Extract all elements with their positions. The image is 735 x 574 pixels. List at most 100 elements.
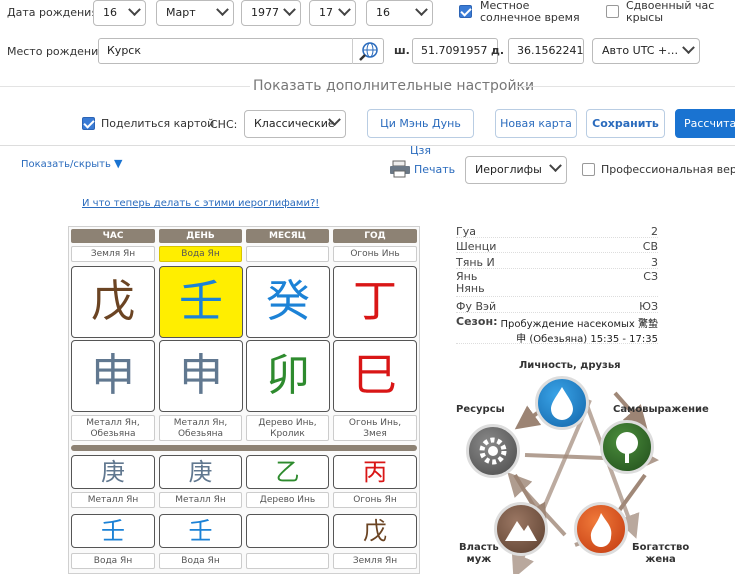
wuxing-label-left: Ресурсы <box>456 404 505 415</box>
pillar-header-hour: ЧАС <box>71 229 155 243</box>
lon-value: 36.1562241 <box>517 44 584 57</box>
tree-icon <box>616 432 638 463</box>
wuxing-label-line: Власть <box>459 542 499 553</box>
lon-label: д. <box>491 44 505 57</box>
new-chart-button[interactable]: Новая карта <box>495 109 577 138</box>
stem-hour[interactable]: 戊 <box>71 266 155 338</box>
save-button[interactable]: Сохранить <box>586 109 665 138</box>
sns-select[interactable]: Классические <box>244 110 346 138</box>
pro-version-checkbox[interactable] <box>582 163 595 176</box>
hidden2-hour[interactable]: 壬 <box>71 514 155 548</box>
wood-element-icon[interactable] <box>600 420 654 474</box>
year-value: 1977 <box>251 6 279 19</box>
fire-element-icon[interactable] <box>574 502 628 556</box>
branch-desc-year: Огонь Инь, Змея <box>333 415 417 441</box>
info-gua: Гуа 2 <box>456 225 658 238</box>
doubled-hour-checkbox[interactable] <box>606 5 619 18</box>
earth-element-icon[interactable] <box>494 502 548 556</box>
info-label: Сезон: <box>456 315 498 328</box>
stem-month[interactable]: 癸 <box>246 266 330 338</box>
hidden-stems-separator <box>71 445 417 451</box>
show-hide-link[interactable]: Показать/скрыть ▼ <box>21 157 123 170</box>
info-label: Янь <box>456 270 478 283</box>
print-label[interactable]: Печать <box>414 163 455 176</box>
stem-sub-year: Огонь Инь <box>333 246 417 262</box>
sns-value: Классические <box>254 117 335 130</box>
branch-desc-line: Металл Ян, <box>173 418 228 428</box>
timezone-select[interactable]: Авто UTC +… <box>592 38 700 64</box>
info-label: Тянь И <box>456 256 495 269</box>
hidden1-year[interactable]: 丙 <box>333 455 417 489</box>
chevron-down-icon <box>338 3 351 17</box>
hidden1-month[interactable]: 乙 <box>246 455 329 489</box>
year-select[interactable]: 1977 <box>241 0 301 26</box>
divider-left <box>0 86 250 87</box>
qi-men-button[interactable]: Ци Мэнь Дунь Цзя <box>367 109 474 157</box>
print-button[interactable] <box>389 160 411 181</box>
chevron-down-icon <box>682 41 695 55</box>
month-select[interactable]: Март <box>156 0 234 26</box>
info-label: Шенци <box>456 240 497 253</box>
wuxing-label-right: Самовыражение <box>613 404 709 415</box>
stem-year[interactable]: 丁 <box>333 266 417 338</box>
hidden2-year[interactable]: 戊 <box>333 514 417 548</box>
timezone-value: Авто UTC +… <box>602 44 679 57</box>
branch-desc-line: Металл Ян, <box>86 418 140 428</box>
triangle-down-icon: ▼ <box>114 157 123 170</box>
info-value: СВ <box>642 240 658 253</box>
calculate-button[interactable]: Рассчитать <box>675 109 735 138</box>
chevron-down-icon <box>216 3 229 17</box>
solar-time-checkbox[interactable] <box>459 5 472 18</box>
wuxing-label-bottom-left: Власть муж <box>459 542 499 566</box>
branch-hour[interactable]: 申 <box>71 340 155 412</box>
lat-input[interactable]: 51.7091957 <box>412 38 498 64</box>
chevron-down-icon <box>283 3 296 17</box>
wuxing-label-bottom-right: Богатство жена <box>632 542 689 566</box>
info-value: ЮЗ <box>639 300 658 313</box>
wuxing-label-line: жена <box>645 554 676 565</box>
birth-place-input[interactable]: Курск <box>98 38 384 64</box>
branch-year[interactable]: 巳 <box>333 340 417 412</box>
wuxing-label-line: муж <box>466 554 492 565</box>
mode-value: Иероглифы <box>475 163 542 176</box>
hidden2-desc-month <box>246 553 329 569</box>
hour-select[interactable]: 17 <box>309 0 356 26</box>
day-value: 16 <box>103 6 117 19</box>
water-element-icon[interactable] <box>535 376 589 430</box>
share-label: Поделиться картой <box>101 117 215 130</box>
branch-month[interactable]: 卯 <box>246 340 330 412</box>
wuxing-label-line: Богатство <box>632 542 690 553</box>
more-settings-link[interactable]: Показать дополнительные настройки <box>253 78 534 94</box>
hidden2-desc-day: Вода Ян <box>159 553 242 569</box>
globe-search-button[interactable] <box>352 38 384 64</box>
lon-input[interactable]: 36.1562241 <box>508 38 584 64</box>
info-tianyi: Тянь И 3 <box>456 256 658 269</box>
info-yannian: Янь Нянь СЗ <box>456 271 658 297</box>
share-checkbox[interactable] <box>82 117 95 130</box>
printer-icon <box>390 160 410 178</box>
hidden1-desc-hour: Металл Ян <box>71 492 155 508</box>
info-fuwei: Фу Вэй ЮЗ <box>456 300 658 313</box>
hidden1-day[interactable]: 庚 <box>159 455 242 489</box>
solar-time-label: Местное солнечное время <box>480 0 580 24</box>
hidden2-desc-hour: Вода Ян <box>71 553 155 569</box>
doubled-hour-label: Сдвоенный час крысы <box>626 0 715 24</box>
branch-desc-line: Дерево Инь, <box>258 418 317 428</box>
toolbar-divider <box>0 145 735 146</box>
metal-element-icon[interactable] <box>466 424 520 478</box>
hidden2-day[interactable]: 壬 <box>159 514 242 548</box>
minute-select[interactable]: 16 <box>366 0 433 26</box>
branch-day[interactable]: 申 <box>159 340 243 412</box>
hidden1-desc-year: Огонь Ян <box>333 492 417 508</box>
stem-day[interactable]: 壬 <box>159 266 243 338</box>
water-drop-icon <box>551 387 573 420</box>
minute-value: 16 <box>376 6 390 19</box>
mountain-icon <box>505 521 537 541</box>
lat-label: ш. <box>394 44 410 57</box>
day-select[interactable]: 16 <box>93 0 146 26</box>
stem-sub-month <box>246 246 329 262</box>
branch-desc-line: Огонь Инь, <box>348 418 402 428</box>
mode-select[interactable]: Иероглифы <box>465 156 567 184</box>
help-link[interactable]: И что теперь делать с этими иероглифами?… <box>82 198 319 209</box>
hidden1-hour[interactable]: 庚 <box>71 455 155 489</box>
